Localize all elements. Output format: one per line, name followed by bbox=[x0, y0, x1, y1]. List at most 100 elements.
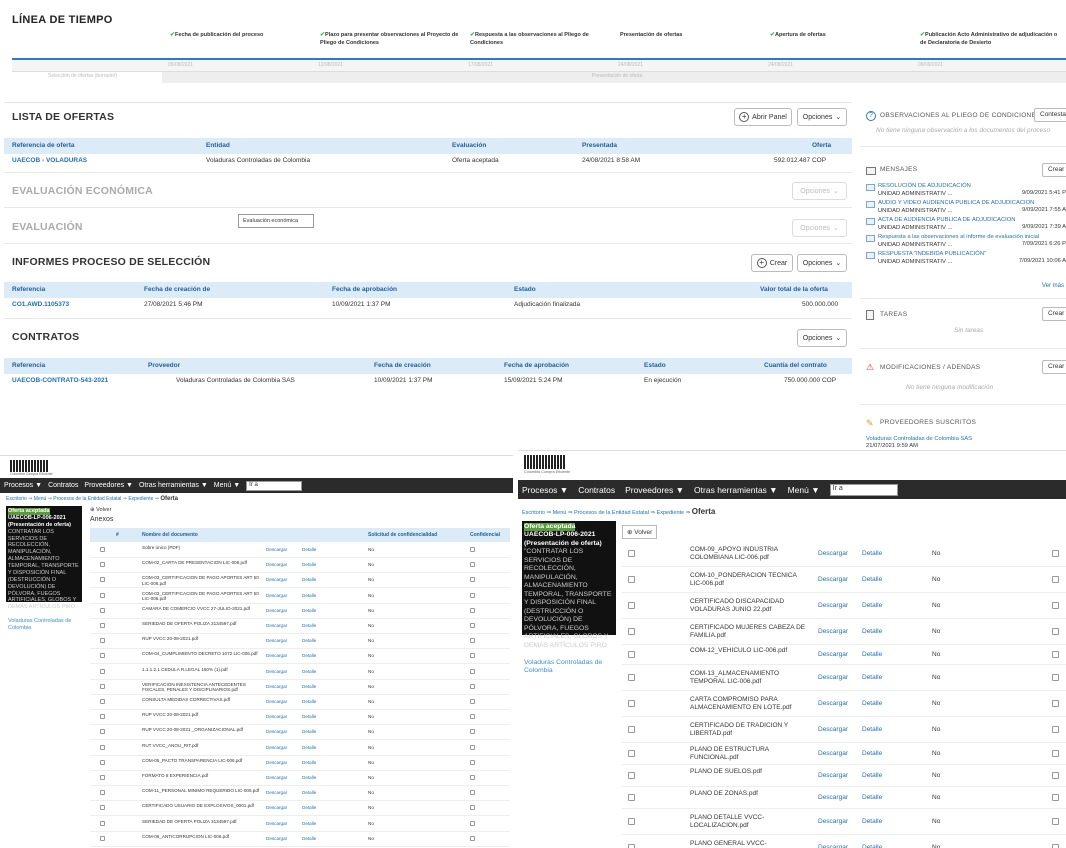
doc-checkbox[interactable] bbox=[100, 835, 105, 841]
detail-link[interactable]: Detalle bbox=[302, 638, 316, 643]
provider-link[interactable]: Voladuras Controladas de Colombia SAS bbox=[866, 436, 972, 442]
detail-link[interactable]: Detalle bbox=[302, 608, 316, 613]
detail-link[interactable]: Detalle bbox=[302, 623, 316, 628]
download-link[interactable]: Descargar bbox=[266, 714, 287, 719]
detail-link[interactable]: Detalle bbox=[302, 669, 316, 674]
doc-checkbox[interactable] bbox=[100, 577, 105, 583]
detail-link[interactable]: Detalle bbox=[302, 805, 316, 810]
download-link[interactable]: Descargar bbox=[818, 726, 848, 733]
detail-link[interactable]: Detalle bbox=[862, 700, 882, 707]
confidential-checkbox[interactable] bbox=[1052, 749, 1059, 757]
nav-providers[interactable]: Proveedores ▼ bbox=[625, 485, 684, 495]
download-link[interactable]: Descargar bbox=[818, 750, 848, 757]
nav-processes[interactable]: Procesos ▼ bbox=[4, 482, 42, 489]
detail-link[interactable]: Detalle bbox=[862, 602, 882, 609]
download-link[interactable]: Descargar bbox=[818, 628, 848, 635]
download-link[interactable]: Descargar bbox=[818, 700, 848, 707]
doc-checkbox[interactable] bbox=[100, 653, 105, 659]
reports-options-button[interactable]: Opciones ⌄ bbox=[797, 254, 847, 272]
message-item[interactable]: RESPUESTA "INDEBIDA PUBLICACIÓN" UNIDAD A… bbox=[866, 251, 1066, 266]
offer-reference-link[interactable]: UAECOB - VOLADURAS bbox=[12, 157, 87, 164]
col-creation-date[interactable]: Fecha de creación bbox=[374, 362, 431, 369]
back-button[interactable]: ⊕ Volver bbox=[90, 507, 111, 513]
detail-link[interactable]: Detalle bbox=[302, 699, 316, 704]
doc-checkbox[interactable] bbox=[100, 744, 105, 750]
col-status[interactable]: Estado bbox=[644, 362, 666, 369]
doc-checkbox[interactable] bbox=[628, 627, 635, 635]
messages-create-button[interactable]: Crear bbox=[1042, 163, 1066, 177]
doc-checkbox[interactable] bbox=[100, 547, 105, 552]
nav-processes[interactable]: Procesos ▼ bbox=[522, 485, 568, 495]
reports-create-button[interactable]: + Crear bbox=[751, 254, 793, 272]
message-item[interactable]: AUDIO Y VIDEO AUDIENCIA PUBLICA DE ADJUD… bbox=[866, 200, 1066, 215]
col-total-value[interactable]: Valor total de la oferta bbox=[760, 286, 828, 293]
confidential-checkbox[interactable] bbox=[1052, 817, 1059, 825]
confidential-checkbox[interactable] bbox=[1052, 725, 1059, 733]
download-link[interactable]: Descargar bbox=[266, 699, 287, 704]
doc-checkbox[interactable] bbox=[100, 775, 105, 780]
confidential-checkbox[interactable] bbox=[470, 775, 475, 780]
confidential-checkbox[interactable] bbox=[1052, 843, 1059, 848]
doc-checkbox[interactable] bbox=[100, 562, 105, 568]
download-link[interactable]: Descargar bbox=[266, 775, 287, 780]
confidential-checkbox[interactable] bbox=[470, 699, 475, 704]
doc-checkbox[interactable] bbox=[100, 699, 105, 704]
confidential-checkbox[interactable] bbox=[470, 835, 475, 841]
detail-link[interactable]: Detalle bbox=[862, 576, 882, 583]
confidential-checkbox[interactable] bbox=[470, 592, 475, 598]
doc-checkbox[interactable] bbox=[100, 729, 105, 735]
download-link[interactable]: Descargar bbox=[266, 805, 287, 810]
detail-link[interactable]: Detalle bbox=[302, 775, 316, 780]
provider-link[interactable]: Voladuras Controladas de Colombia bbox=[8, 618, 80, 632]
doc-checkbox[interactable] bbox=[100, 790, 105, 796]
eval-options-button[interactable]: Opciones ⌄ bbox=[792, 219, 847, 237]
col-amount[interactable]: Cuantía del contrato bbox=[764, 362, 827, 369]
doc-checkbox[interactable] bbox=[100, 714, 105, 720]
report-reference-link[interactable]: CO1.AWD.1105373 bbox=[12, 301, 69, 308]
col-reference[interactable]: Referencia de oferta bbox=[12, 142, 75, 149]
confidential-checkbox[interactable] bbox=[1052, 575, 1059, 583]
confidential-checkbox[interactable] bbox=[470, 805, 475, 811]
doc-checkbox[interactable] bbox=[628, 771, 635, 779]
download-link[interactable]: Descargar bbox=[266, 669, 287, 674]
doc-checkbox[interactable] bbox=[628, 601, 635, 609]
nav-menu[interactable]: Menú ▼ bbox=[788, 485, 820, 495]
col-offer[interactable]: Oferta bbox=[812, 142, 831, 149]
detail-link[interactable]: Detalle bbox=[862, 726, 882, 733]
confidential-checkbox[interactable] bbox=[470, 744, 475, 750]
detail-link[interactable]: Detalle bbox=[302, 714, 316, 719]
download-link[interactable]: Descargar bbox=[266, 623, 287, 628]
download-link[interactable]: Descargar bbox=[266, 608, 287, 613]
doc-checkbox[interactable] bbox=[100, 805, 105, 811]
download-link[interactable]: Descargar bbox=[266, 638, 287, 643]
confidential-checkbox[interactable] bbox=[1052, 673, 1059, 681]
detail-link[interactable]: Detalle bbox=[862, 628, 882, 635]
doc-checkbox[interactable] bbox=[628, 650, 635, 658]
confidential-checkbox[interactable] bbox=[470, 714, 475, 720]
col-provider[interactable]: Proveedor bbox=[148, 362, 180, 369]
confidential-checkbox[interactable] bbox=[470, 562, 475, 568]
download-link[interactable]: Descargar bbox=[818, 772, 848, 779]
nav-menu[interactable]: Menú ▼ bbox=[214, 482, 240, 489]
confidential-checkbox[interactable] bbox=[470, 577, 475, 583]
confidential-checkbox[interactable] bbox=[1052, 601, 1059, 609]
doc-checkbox[interactable] bbox=[628, 793, 635, 801]
nav-other-tools[interactable]: Otras herramientas ▼ bbox=[139, 482, 208, 489]
detail-link[interactable]: Detalle bbox=[862, 794, 882, 801]
col-reference[interactable]: Referencia bbox=[12, 362, 45, 369]
detail-link[interactable]: Detalle bbox=[302, 653, 316, 658]
doc-checkbox[interactable] bbox=[100, 638, 105, 644]
confidential-checkbox[interactable] bbox=[1052, 793, 1059, 801]
doc-checkbox[interactable] bbox=[100, 607, 105, 613]
confidential-checkbox[interactable] bbox=[470, 638, 475, 644]
doc-checkbox[interactable] bbox=[100, 759, 105, 765]
download-link[interactable]: Descargar bbox=[818, 818, 848, 825]
detail-link[interactable]: Detalle bbox=[302, 684, 316, 689]
confidential-checkbox[interactable] bbox=[470, 759, 475, 765]
download-link[interactable]: Descargar bbox=[818, 602, 848, 609]
confidential-checkbox[interactable] bbox=[470, 623, 475, 628]
col-reference[interactable]: Referencia bbox=[12, 286, 45, 293]
detail-link[interactable]: Detalle bbox=[862, 651, 882, 658]
goto-select[interactable]: Ir a bbox=[829, 483, 898, 496]
doc-checkbox[interactable] bbox=[100, 683, 105, 689]
